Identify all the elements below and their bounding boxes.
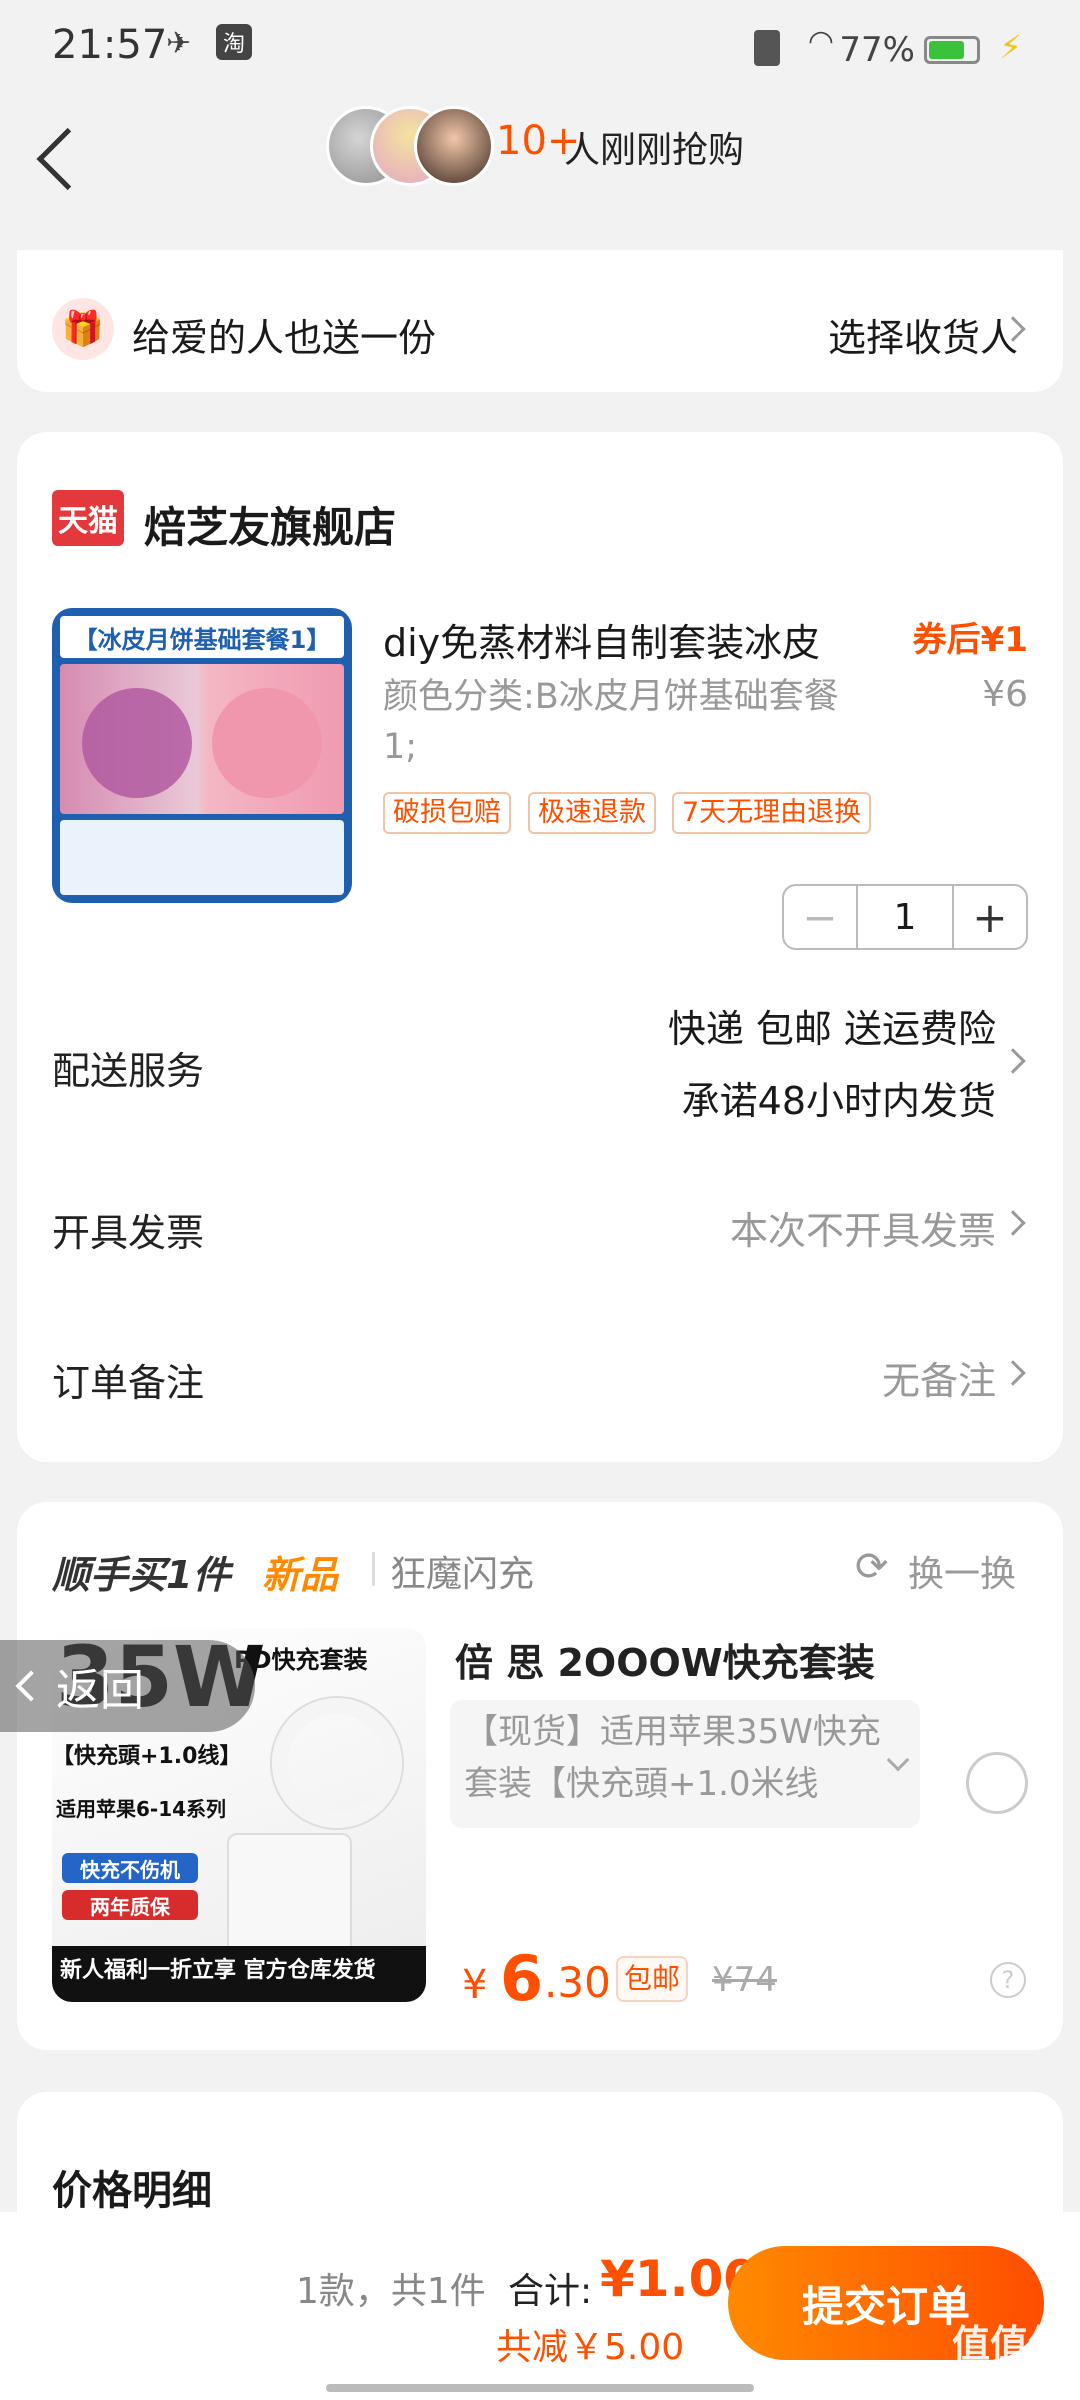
service-tag: 破损包赔	[383, 792, 511, 834]
wifi-icon: ◠	[807, 24, 834, 59]
free-shipping-badge: 包邮	[616, 1956, 689, 2002]
addon-product-name[interactable]: 倍 思 2OOOW快充套装	[455, 1632, 875, 1687]
gift-text: 给爱的人也送一份	[132, 316, 437, 360]
status-bar: 21:57 ✈ 淘 ◠ 77% ⚡	[0, 0, 1080, 100]
summary-count: 1款，共1件	[296, 2271, 486, 2312]
watermark-sub: zhizhizhi.com	[954, 2367, 1064, 2386]
image-text-bottom: 新人福利一折立享 官方仓库发货	[52, 1946, 426, 2002]
notification-icon: ✈	[166, 26, 192, 61]
floating-back-label: 返回	[56, 1665, 144, 1716]
tmall-logo: 天猫	[52, 490, 124, 546]
select-recipient-label: 选择收货人	[827, 316, 1018, 360]
price-detail-title: 价格明细	[52, 2168, 212, 2214]
product-image[interactable]: 【冰皮月饼基础套餐1】	[52, 608, 352, 903]
battery-icon	[924, 36, 980, 64]
delivery-line2[interactable]: 承诺48小时内发货	[682, 1070, 996, 1125]
service-tag: 极速退款	[528, 792, 656, 834]
addon-variant-text: 【现货】适用苹果35W快充套装【快充頭+1.0米线	[464, 1712, 881, 1804]
delivery-label: 配送服务	[52, 1049, 205, 1093]
floating-back-button[interactable]: 返回	[0, 1640, 255, 1732]
summary-total-label: 合计:	[508, 2271, 593, 2312]
minus-icon[interactable]: −	[784, 886, 856, 948]
note-value[interactable]: 无备注	[882, 1350, 996, 1405]
image-badge: 两年质保	[62, 1890, 198, 1920]
battery-percent: 77%	[839, 30, 915, 70]
summary-saved[interactable]: 共减￥5.00	[496, 2318, 684, 2370]
addon-title: 顺手买1件	[52, 1553, 231, 1597]
addon-price-dec: .30	[544, 1958, 611, 2007]
image-text-apple: 适用苹果6-14系列	[56, 1797, 227, 1821]
charging-icon: ⚡	[999, 28, 1022, 66]
taobao-app-icon: 淘	[216, 24, 252, 60]
addon-tag: 狂魔闪充	[390, 1554, 535, 1595]
image-text-line: 【快充頭+1.0线】	[52, 1744, 242, 1769]
gift-icon: 🎁	[52, 298, 114, 360]
product-variant[interactable]: 颜色分类:B冰皮月饼基础套餐1;	[383, 672, 853, 772]
invoice-label: 开具发票	[52, 1211, 205, 1255]
quantity-value[interactable]: 1	[856, 886, 954, 948]
shop-name[interactable]: 焙芝友旗舰店	[144, 494, 396, 555]
swap-button[interactable]: 换一换	[908, 1545, 1016, 1597]
product-title[interactable]: diy免蒸材料自制套装冰皮	[383, 612, 820, 667]
image-text-pd: PD快充套装	[234, 1646, 368, 1674]
back-icon[interactable]	[36, 127, 99, 191]
product-image-banner: 【冰皮月饼基础套餐1】	[60, 616, 344, 658]
select-recipient-link[interactable]: 选择收货人	[828, 307, 1018, 362]
chevron-left-icon	[15, 1670, 47, 1702]
image-badge: 快充不伤机	[62, 1853, 198, 1883]
status-time: 21:57	[52, 22, 168, 68]
addon-original-price: ¥74	[712, 1960, 777, 2000]
addon-variant-select[interactable]: 【现货】适用苹果35W快充套装【快充頭+1.0米线	[450, 1700, 920, 1828]
watermark: 值值值 zhizhizhi.com	[952, 2322, 1066, 2388]
avatar	[414, 106, 494, 186]
addon-price-symbol: ¥	[462, 1962, 488, 2008]
divider	[372, 1552, 375, 1586]
delivery-line1[interactable]: 快递 包邮 送运费险	[668, 998, 996, 1053]
help-icon[interactable]: ?	[990, 1962, 1026, 1998]
service-tag: 7天无理由退换	[672, 792, 872, 834]
addon-new-label: 新品	[262, 1553, 339, 1597]
price-after-coupon: 券后¥1	[912, 620, 1028, 660]
sim-icon	[754, 30, 780, 66]
invoice-value[interactable]: 本次不开具发票	[730, 1200, 996, 1255]
watermark-main: 值值值	[951, 2322, 1066, 2366]
product-price: ¥6	[982, 674, 1028, 715]
quantity-stepper: − 1 +	[782, 884, 1028, 950]
home-indicator[interactable]	[326, 2384, 754, 2392]
buyers-text: 人刚刚抢购	[564, 130, 745, 171]
note-label: 订单备注	[52, 1361, 205, 1405]
swap-icon[interactable]: ⟳	[855, 1544, 889, 1590]
plus-icon[interactable]: +	[954, 886, 1026, 948]
addon-select-radio[interactable]	[966, 1752, 1028, 1814]
addon-price-int: 6	[500, 1942, 544, 2015]
